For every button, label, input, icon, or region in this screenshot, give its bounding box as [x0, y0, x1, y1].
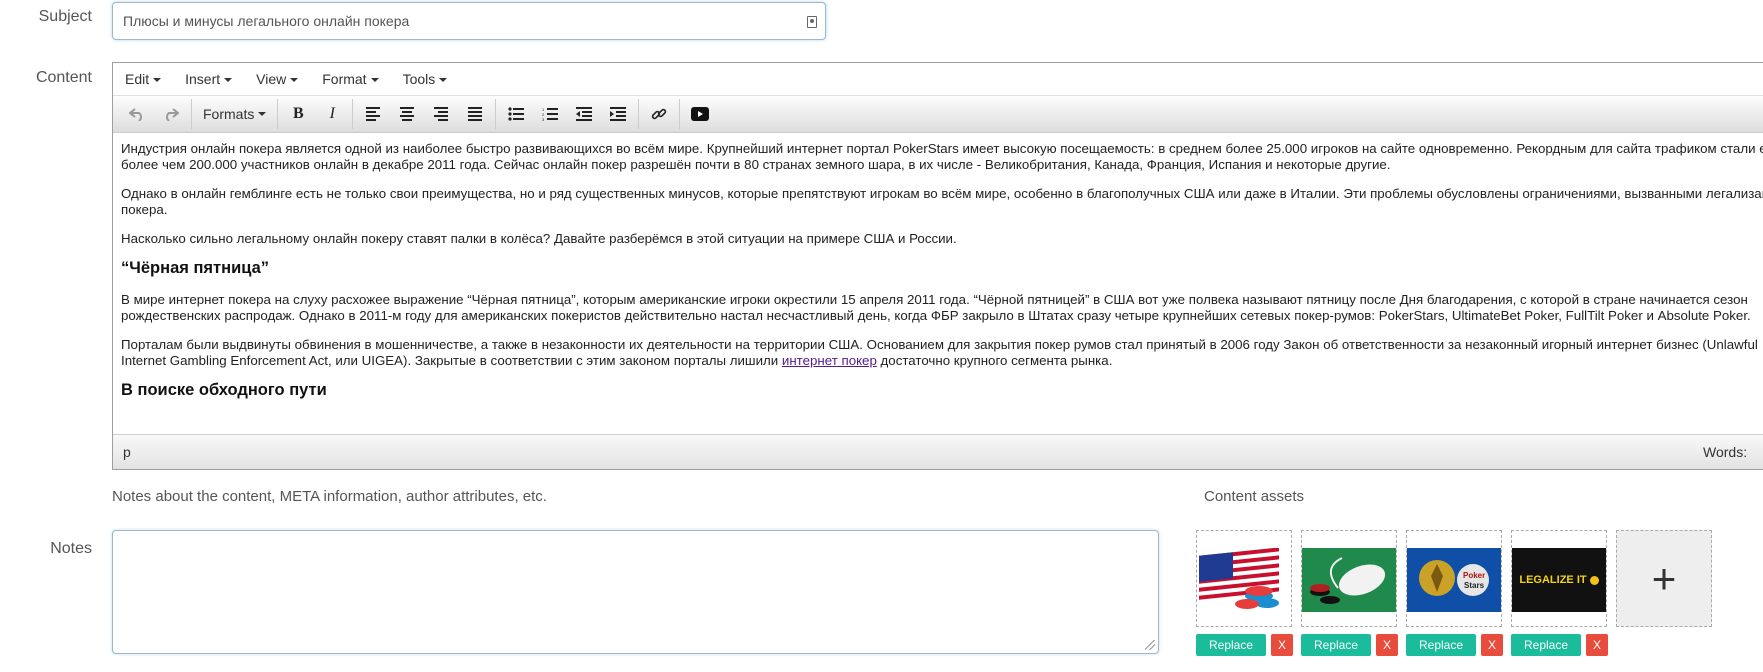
- replace-button[interactable]: Replace: [1301, 634, 1371, 656]
- indent-button[interactable]: [601, 100, 635, 128]
- formats-dropdown[interactable]: Formats: [195, 100, 274, 128]
- editor-menubar: Edit Insert View Format Tools: [113, 63, 1763, 96]
- outdent-button[interactable]: [567, 100, 601, 128]
- coin-icon: [1589, 575, 1599, 585]
- chevron-down-icon: [224, 78, 233, 83]
- bullet-list-button[interactable]: [499, 100, 533, 128]
- legalize-it-text: LEGALIZE IT: [1519, 574, 1587, 586]
- insert-link-button[interactable]: [642, 100, 676, 128]
- internet-poker-link[interactable]: интернет покер: [782, 353, 877, 368]
- chevron-down-icon: [439, 78, 448, 83]
- redo-icon: [166, 108, 179, 121]
- paragraph: В мире интернет покера на слуху расхожее…: [121, 292, 1751, 323]
- notes-help-text: Notes about the content, META informatio…: [112, 488, 547, 505]
- subject-input[interactable]: Плюсы и минусы легального онлайн покера: [112, 2, 826, 40]
- subject-value: Плюсы и минусы легального онлайн покера: [123, 13, 410, 29]
- asset-tile[interactable]: [1301, 530, 1397, 627]
- remove-asset-button[interactable]: X: [1481, 634, 1503, 656]
- align-left-icon: [366, 107, 381, 121]
- replace-button[interactable]: Replace: [1196, 634, 1266, 656]
- content-heading: В поиске обходного пути: [121, 381, 327, 399]
- plus-icon: +: [1651, 554, 1677, 602]
- remove-asset-button[interactable]: X: [1586, 634, 1608, 656]
- paragraph: Однако в онлайн гемблинге есть не только…: [121, 186, 1763, 217]
- bold-button[interactable]: B: [281, 100, 315, 128]
- paragraph: Насколько сильно легальному онлайн покер…: [121, 231, 957, 246]
- mouse-chips-green-image: [1302, 548, 1396, 612]
- undo-icon: [129, 108, 142, 121]
- editor-content[interactable]: Индустрия онлайн покера является одной и…: [113, 133, 1763, 434]
- replace-button[interactable]: Replace: [1406, 634, 1476, 656]
- contact-card-icon[interactable]: [807, 16, 817, 28]
- content-heading: “Чёрная пятница”: [121, 259, 270, 277]
- paragraph: Индустрия онлайн покера является одной и…: [121, 141, 1763, 172]
- formats-group: Formats: [192, 99, 279, 129]
- subject-label: Subject: [38, 8, 92, 25]
- svg-text:Stars: Stars: [1464, 581, 1485, 590]
- editor-toolbar: Formats B I 123: [113, 96, 1763, 133]
- numbered-list-button[interactable]: 123: [533, 100, 567, 128]
- outdent-icon: [576, 107, 593, 121]
- usa-flag-chips-image: [1197, 548, 1291, 612]
- menu-insert[interactable]: Insert: [185, 71, 233, 87]
- insert-video-button[interactable]: [683, 100, 717, 128]
- justify-icon: [468, 107, 483, 121]
- remove-asset-button[interactable]: X: [1271, 634, 1293, 656]
- word-count: Words:: [1703, 444, 1748, 460]
- align-right-icon: [434, 107, 449, 121]
- notes-label: Notes: [50, 540, 92, 557]
- chevron-down-icon: [153, 78, 162, 83]
- menu-view[interactable]: View: [256, 71, 299, 87]
- replace-button[interactable]: Replace: [1511, 634, 1581, 656]
- notes-textarea[interactable]: [112, 530, 1159, 654]
- resize-handle-icon[interactable]: [1145, 640, 1155, 650]
- align-group: [353, 99, 497, 129]
- asset-tile[interactable]: LEGALIZE IT: [1511, 530, 1607, 627]
- menu-tools[interactable]: Tools: [403, 71, 448, 87]
- link-group: [639, 99, 681, 129]
- chevron-down-icon: [370, 78, 379, 83]
- history-group: [117, 99, 192, 129]
- menu-edit[interactable]: Edit: [125, 71, 162, 87]
- asset-tile[interactable]: [1196, 530, 1292, 627]
- remove-asset-button[interactable]: X: [1376, 634, 1398, 656]
- add-asset-button[interactable]: +: [1616, 530, 1712, 627]
- link-icon: [652, 108, 667, 120]
- numbered-list-icon: 123: [542, 107, 559, 121]
- media-group: [680, 99, 720, 129]
- editor-statusbar: p Words:: [113, 434, 1763, 469]
- menu-format[interactable]: Format: [322, 71, 379, 87]
- redo-button[interactable]: [154, 100, 188, 128]
- element-path[interactable]: p: [123, 444, 131, 460]
- rich-text-editor: Edit Insert View Format Tools Formats B …: [112, 62, 1763, 470]
- svg-text:3: 3: [542, 117, 545, 121]
- justify-button[interactable]: [458, 100, 492, 128]
- align-right-button[interactable]: [424, 100, 458, 128]
- style-group: B I: [278, 99, 354, 129]
- legalize-it-image: LEGALIZE IT: [1512, 548, 1606, 612]
- chevron-down-icon: [258, 112, 267, 116]
- video-icon: [691, 107, 710, 121]
- pokerstars-emblem-image: Poker Stars: [1407, 548, 1501, 612]
- paragraph: Порталам были выдвинуты обвинения в моше…: [121, 337, 1758, 368]
- svg-text:Poker: Poker: [1463, 571, 1485, 580]
- list-group: 123: [496, 99, 640, 129]
- content-label: Content: [35, 69, 92, 86]
- indent-icon: [610, 107, 627, 121]
- content-assets-title: Content assets: [1204, 488, 1305, 505]
- bullet-list-icon: [508, 107, 525, 121]
- asset-tile[interactable]: Poker Stars: [1406, 530, 1502, 627]
- align-center-icon: [400, 107, 415, 121]
- undo-button[interactable]: [120, 100, 154, 128]
- italic-button[interactable]: I: [315, 100, 349, 128]
- chevron-down-icon: [290, 78, 299, 83]
- align-center-button[interactable]: [390, 100, 424, 128]
- align-left-button[interactable]: [356, 100, 390, 128]
